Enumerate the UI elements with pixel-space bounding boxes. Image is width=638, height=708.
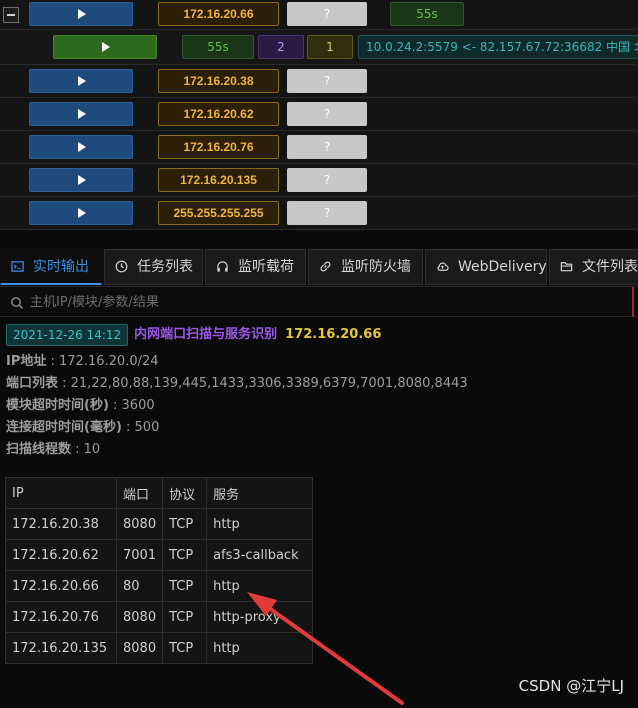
session-subrow[interactable]: 55s 2 1 10.0.24.2:5579 <- 82.157.67.72:3… bbox=[0, 30, 638, 65]
play-icon bbox=[78, 9, 86, 19]
session-row[interactable]: 172.16.20.62 ? bbox=[0, 98, 638, 131]
table-row: 172.16.20.135 8080 TCP http bbox=[5, 632, 314, 664]
column-header-ip: IP bbox=[5, 477, 117, 509]
table-row: 172.16.20.38 8080 TCP http bbox=[5, 508, 314, 540]
cell-ip: 172.16.20.66 bbox=[5, 570, 117, 602]
search-bar bbox=[0, 287, 638, 317]
play-icon bbox=[78, 142, 86, 152]
cell-ip: 172.16.20.135 bbox=[5, 632, 117, 664]
cell-service: http-proxy bbox=[206, 601, 314, 633]
host-ip-badge: 172.16.20.62 bbox=[158, 102, 279, 126]
play-button[interactable] bbox=[29, 2, 133, 26]
cell-service: http bbox=[206, 570, 314, 602]
host-ip-badge: 172.16.20.38 bbox=[158, 69, 279, 93]
host-ip-badge: 172.16.20.135 bbox=[158, 168, 279, 192]
task-target: 172.16.20.66 bbox=[285, 327, 382, 342]
play-button[interactable] bbox=[29, 69, 133, 93]
cell-service: afs3-callback bbox=[206, 539, 314, 571]
status-badge: ? bbox=[287, 168, 367, 192]
status-badge: ? bbox=[287, 201, 367, 225]
cell-port: 80 bbox=[115, 570, 164, 602]
scroll-marker bbox=[632, 287, 634, 317]
play-button[interactable] bbox=[29, 168, 133, 192]
play-button[interactable] bbox=[29, 201, 133, 225]
cell-service: http bbox=[206, 508, 314, 540]
count-badge: 2 bbox=[258, 35, 304, 59]
cell-ip: 172.16.20.62 bbox=[5, 539, 117, 571]
cell-protocol: TCP bbox=[162, 632, 208, 664]
scan-result-table: IP 端口 协议 服务 172.16.20.38 8080 TCP http 1… bbox=[5, 477, 314, 664]
play-button[interactable] bbox=[29, 102, 133, 126]
play-icon bbox=[78, 109, 86, 119]
tab-listener-payload[interactable]: 监听载荷 bbox=[205, 249, 306, 285]
cell-port: 8080 bbox=[115, 601, 164, 633]
table-row: 172.16.20.62 7001 TCP afs3-callback bbox=[5, 539, 314, 571]
play-icon bbox=[78, 76, 86, 86]
status-badge: ? bbox=[287, 2, 367, 26]
status-badge: ? bbox=[287, 135, 367, 159]
play-button[interactable] bbox=[53, 35, 157, 59]
info-port-list: 端口列表 : 21,22,80,88,139,445,1433,3306,338… bbox=[6, 376, 468, 391]
info-connect-timeout: 连接超时时间(毫秒) : 500 bbox=[6, 420, 160, 435]
column-header-protocol: 协议 bbox=[162, 477, 208, 509]
cell-protocol: TCP bbox=[162, 539, 208, 571]
task-title: 内网端口扫描与服务识别 bbox=[134, 327, 278, 342]
log-entry-header: 2021-12-26 14:12 内网端口扫描与服务识别 172.16.20.66 bbox=[6, 324, 381, 346]
info-module-timeout: 模块超时时间(秒) : 3600 bbox=[6, 398, 155, 413]
table-row: 172.16.20.66 80 TCP http bbox=[5, 570, 314, 602]
info-thread-count: 扫描线程数 : 10 bbox=[6, 442, 101, 457]
cell-ip: 172.16.20.76 bbox=[5, 601, 117, 633]
headphones-icon bbox=[216, 252, 229, 272]
collapse-toggle[interactable] bbox=[3, 7, 19, 23]
session-row[interactable]: 172.16.20.38 ? bbox=[0, 65, 638, 98]
host-ip-badge: 255.255.255.255 bbox=[158, 201, 279, 225]
table-row: 172.16.20.76 8080 TCP http-proxy bbox=[5, 601, 314, 633]
folder-icon bbox=[560, 252, 573, 272]
play-icon bbox=[102, 42, 110, 52]
search-input[interactable] bbox=[30, 291, 630, 313]
session-row[interactable]: 255.255.255.255 ? bbox=[0, 197, 638, 230]
tab-listener-firewall[interactable]: 监听防火墙 bbox=[308, 249, 423, 285]
output-log: 2021-12-26 14:12 内网端口扫描与服务识别 172.16.20.66 … bbox=[0, 318, 638, 708]
tab-bar: 实时输出 任务列表 监听载荷 监听防火墙 WebDelivery 文件列表 bbox=[0, 247, 638, 287]
play-icon bbox=[78, 175, 86, 185]
cloud-icon bbox=[436, 252, 449, 271]
time-badge: 55s bbox=[182, 35, 254, 59]
tab-realtime-output[interactable]: 实时输出 bbox=[0, 249, 102, 285]
time-badge: 55s bbox=[390, 2, 464, 26]
count-badge: 1 bbox=[307, 35, 353, 59]
host-ip-badge: 172.16.20.76 bbox=[158, 135, 279, 159]
cell-protocol: TCP bbox=[162, 601, 208, 633]
play-button[interactable] bbox=[29, 135, 133, 159]
status-badge: ? bbox=[287, 102, 367, 126]
cell-ip: 172.16.20.38 bbox=[5, 508, 117, 540]
status-badge: ? bbox=[287, 69, 367, 93]
info-ip-range: IP地址 : 172.16.20.0/24 bbox=[6, 354, 159, 369]
column-header-port: 端口 bbox=[115, 477, 164, 509]
tab-task-list[interactable]: 任务列表 bbox=[104, 249, 203, 285]
connection-badge: 10.0.24.2:5579 <- 82.157.67.72:36682 中国 … bbox=[358, 35, 638, 59]
session-row[interactable]: 172.16.20.135 ? bbox=[0, 164, 638, 197]
terminal-icon bbox=[11, 252, 24, 272]
column-header-service: 服务 bbox=[206, 477, 314, 509]
tab-webdelivery[interactable]: WebDelivery bbox=[425, 249, 547, 285]
clock-icon bbox=[115, 252, 128, 273]
host-ip-badge: 172.16.20.66 bbox=[158, 2, 279, 26]
cell-protocol: TCP bbox=[162, 570, 208, 602]
cell-port: 8080 bbox=[115, 632, 164, 664]
session-row[interactable]: 172.16.20.66 ? 55s bbox=[0, 0, 638, 30]
table-header-row: IP 端口 协议 服务 bbox=[5, 477, 314, 509]
cell-service: http bbox=[206, 632, 314, 664]
search-icon bbox=[10, 295, 24, 310]
link-icon bbox=[319, 252, 332, 272]
cell-protocol: TCP bbox=[162, 508, 208, 540]
timestamp-badge: 2021-12-26 14:12 bbox=[6, 324, 129, 346]
tab-file-list[interactable]: 文件列表 bbox=[549, 249, 638, 285]
cell-port: 8080 bbox=[115, 508, 164, 540]
play-icon bbox=[78, 208, 86, 218]
cell-port: 7001 bbox=[115, 539, 164, 571]
session-row[interactable]: 172.16.20.76 ? bbox=[0, 131, 638, 164]
watermark: CSDN @江宁LJ bbox=[518, 677, 624, 695]
